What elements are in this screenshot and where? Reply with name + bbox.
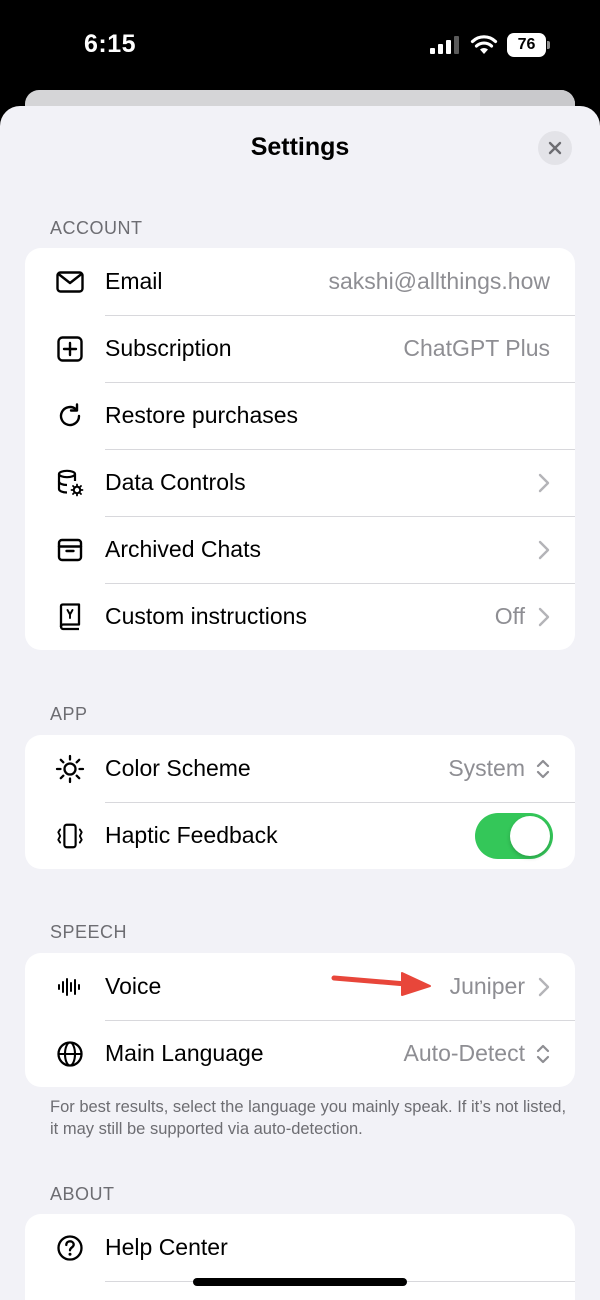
mail-icon: [55, 267, 85, 297]
section-label-about: ABOUT: [50, 1184, 115, 1204]
section-label-speech: SPEECH: [50, 922, 128, 942]
close-button[interactable]: [538, 131, 572, 165]
chevron-right-icon: [538, 473, 550, 492]
annotation-arrow-icon: [331, 972, 431, 996]
home-indicator[interactable]: [193, 1278, 407, 1286]
subscription-value: ChatGPT Plus: [403, 335, 550, 361]
about-group: Help Center: [25, 1214, 575, 1300]
subscription-label: Subscription: [105, 335, 232, 361]
globe-icon: [55, 1039, 85, 1069]
email-value: sakshi@allthings.how: [328, 268, 550, 294]
help-center-label: Help Center: [105, 1234, 228, 1260]
main-language-row[interactable]: Main Language Auto-Detect: [25, 1020, 575, 1087]
email-label: Email: [105, 268, 163, 294]
chevron-right-icon: [538, 540, 550, 559]
account-group: Email sakshi@allthings.how Subscription …: [25, 248, 575, 650]
section-label-app: APP: [50, 704, 88, 724]
status-time: 6:15: [84, 30, 137, 58]
custom-instructions-label: Custom instructions: [105, 603, 307, 629]
chevron-up-down-icon: [536, 1044, 550, 1063]
subscription-row[interactable]: Subscription ChatGPT Plus: [25, 315, 575, 382]
main-language-value: Auto-Detect: [403, 1040, 525, 1066]
speech-group: Voice Juniper Main Language Auto-Detect: [25, 953, 575, 1087]
database-gear-icon: [55, 468, 85, 498]
main-language-label: Main Language: [105, 1040, 264, 1066]
wifi-icon: [470, 35, 498, 54]
settings-sheet: Settings ACCOUNT Email sakshi@allthings.…: [0, 106, 600, 1300]
haptic-feedback-label: Haptic Feedback: [105, 822, 278, 848]
custom-instructions-value: Off: [494, 603, 525, 629]
battery-icon: 76: [507, 33, 551, 57]
speech-footnote: For best results, select the language yo…: [50, 1098, 567, 1138]
voice-value: Juniper: [449, 973, 525, 999]
refresh-icon: [55, 401, 85, 431]
chevron-right-icon: [538, 607, 550, 626]
voice-label: Voice: [105, 973, 162, 999]
page-title: Settings: [250, 133, 350, 161]
restore-purchases-label: Restore purchases: [105, 402, 299, 428]
help-center-row[interactable]: Help Center: [25, 1214, 575, 1281]
battery-level: 76: [507, 33, 546, 57]
section-label-account: ACCOUNT: [50, 218, 143, 238]
sun-icon: [55, 754, 85, 784]
data-controls-label: Data Controls: [105, 469, 246, 495]
archived-chats-label: Archived Chats: [105, 536, 261, 562]
data-controls-row[interactable]: Data Controls: [25, 449, 575, 516]
chevron-right-icon: [538, 977, 550, 996]
voice-row[interactable]: Voice Juniper: [25, 953, 575, 1020]
email-row[interactable]: Email sakshi@allthings.how: [25, 248, 575, 315]
cellular-signal-icon: [430, 36, 459, 54]
chevron-up-down-icon: [536, 759, 550, 778]
question-circle-icon: [55, 1233, 85, 1263]
book-icon: [55, 602, 85, 632]
archived-chats-row[interactable]: Archived Chats: [25, 516, 575, 583]
custom-instructions-row[interactable]: Custom instructions Off: [25, 583, 575, 650]
waveform-icon: [55, 972, 85, 1002]
color-scheme-row[interactable]: Color Scheme System: [25, 735, 575, 802]
haptic-phone-icon: [55, 821, 85, 851]
plus-square-icon: [55, 334, 85, 364]
status-bar: 6:15 76: [0, 0, 600, 96]
haptic-feedback-toggle[interactable]: [475, 812, 553, 859]
app-group: Color Scheme System Haptic Feedback: [25, 735, 575, 869]
haptic-feedback-row: Haptic Feedback: [25, 802, 575, 869]
close-icon: [548, 141, 562, 155]
archive-box-icon: [55, 535, 85, 565]
color-scheme-label: Color Scheme: [105, 755, 251, 781]
toggle-knob: [510, 815, 550, 856]
color-scheme-value: System: [448, 755, 525, 781]
restore-purchases-row[interactable]: Restore purchases: [25, 382, 575, 449]
